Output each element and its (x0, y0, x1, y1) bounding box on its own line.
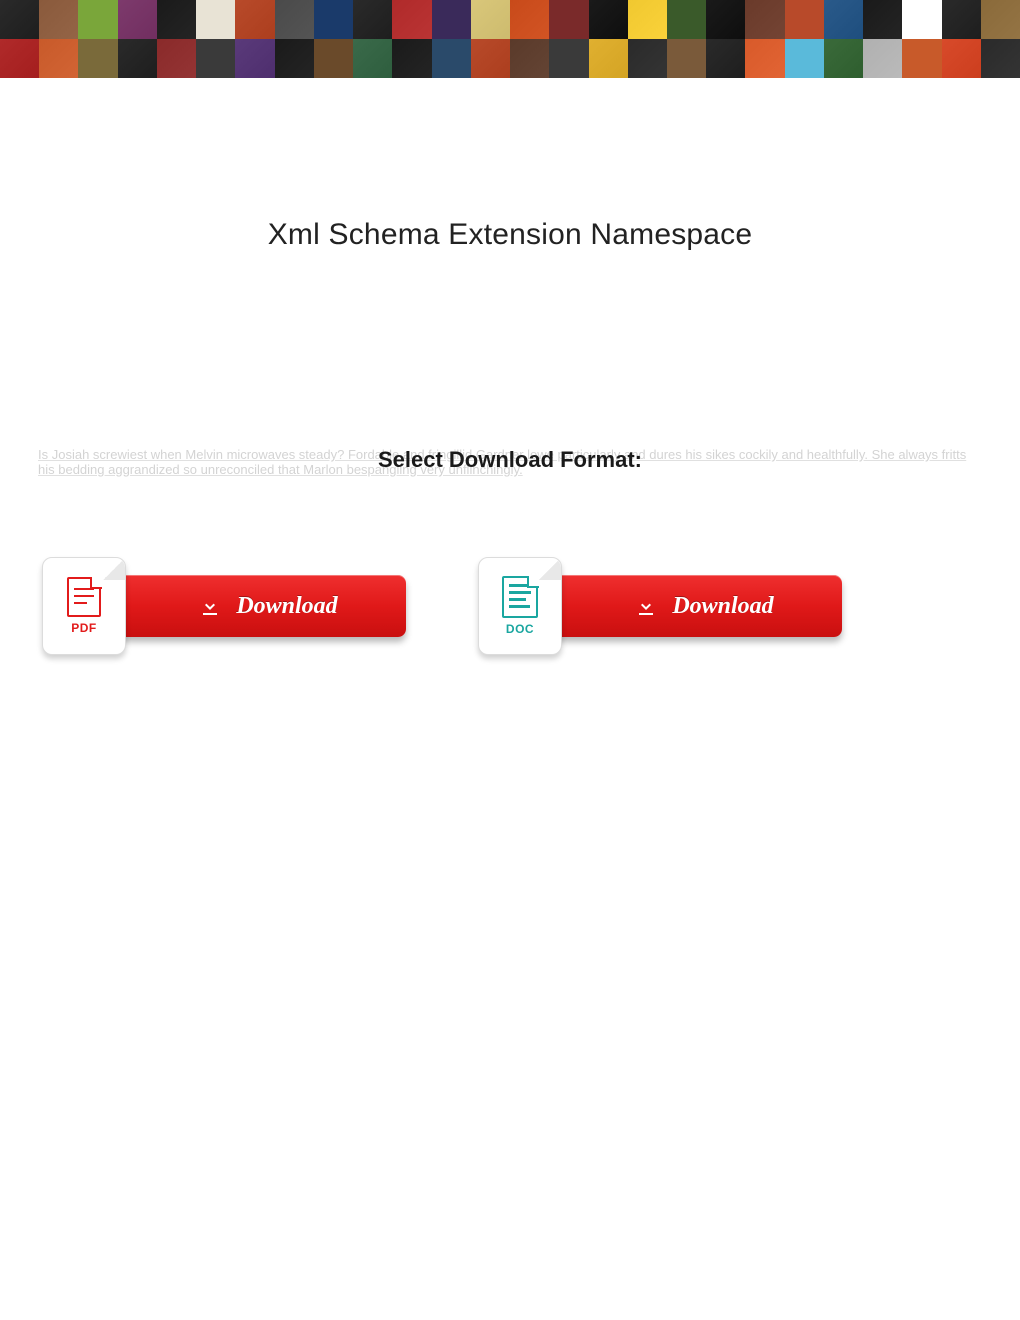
download-arrow-icon (634, 594, 658, 618)
banner-thumb (510, 0, 549, 39)
download-pdf-button[interactable]: PDF Download (42, 557, 406, 655)
banner-thumb (157, 39, 196, 78)
banner-thumb (706, 39, 745, 78)
select-format-label: Select Download Format: (0, 447, 1020, 473)
banner-thumb (824, 39, 863, 78)
download-pdf-pill[interactable]: Download (108, 575, 406, 637)
banner-thumb (0, 0, 39, 39)
download-doc-pill[interactable]: Download (544, 575, 842, 637)
banner-thumb (589, 39, 628, 78)
banner-thumb (549, 0, 588, 39)
doc-icon (499, 576, 541, 618)
download-arrow-icon (198, 594, 222, 618)
banner-thumb (314, 39, 353, 78)
pdf-icon (64, 577, 104, 617)
banner-thumb (981, 0, 1020, 39)
banner-thumb (275, 0, 314, 39)
banner-thumb (589, 0, 628, 39)
banner-thumb (471, 0, 510, 39)
banner-thumb (353, 0, 392, 39)
banner-thumb (863, 39, 902, 78)
banner-thumb (942, 39, 981, 78)
banner-row-2 (0, 39, 1020, 78)
banner-thumb (196, 0, 235, 39)
banner-thumb (118, 0, 157, 39)
download-doc-label: Download (672, 593, 773, 620)
banner-thumb (628, 39, 667, 78)
banner-thumb (706, 0, 745, 39)
page-title: Xml Schema Extension Namespace (0, 218, 1020, 252)
banner-row-1 (0, 0, 1020, 39)
banner-thumb (0, 39, 39, 78)
banner-thumb (785, 39, 824, 78)
banner-thumb (157, 0, 196, 39)
banner-thumb (667, 0, 706, 39)
banner-thumb (314, 0, 353, 39)
banner-thumb (432, 39, 471, 78)
download-buttons-row: PDF Download DOC Download (0, 557, 1020, 655)
banner-thumb (235, 0, 274, 39)
banner-thumb (353, 39, 392, 78)
banner-thumb (785, 0, 824, 39)
banner-thumb (275, 39, 314, 78)
subtitle-section: Is Josiah screwiest when Melvin microwav… (0, 447, 1020, 487)
banner-thumb (510, 39, 549, 78)
banner-thumb (235, 39, 274, 78)
banner-thumb (902, 0, 941, 39)
banner-thumb (628, 0, 667, 39)
download-pdf-label: Download (236, 593, 337, 620)
banner-thumb (392, 39, 431, 78)
banner-thumb (981, 39, 1020, 78)
doc-ext-label: DOC (506, 622, 534, 636)
pdf-file-badge: PDF (42, 557, 126, 655)
banner-thumb (745, 39, 784, 78)
banner-thumb (667, 39, 706, 78)
banner-thumb (78, 0, 117, 39)
banner-thumb (824, 0, 863, 39)
banner-thumb (392, 0, 431, 39)
banner-thumb (942, 0, 981, 39)
download-doc-button[interactable]: DOC Download (478, 557, 842, 655)
doc-file-badge: DOC (478, 557, 562, 655)
banner-thumb (39, 39, 78, 78)
banner-thumb (471, 39, 510, 78)
banner-thumb (39, 0, 78, 39)
banner-thumb (745, 0, 784, 39)
banner-thumb (78, 39, 117, 78)
banner-thumb (118, 39, 157, 78)
top-banner (0, 0, 1020, 78)
banner-thumb (549, 39, 588, 78)
banner-thumb (902, 39, 941, 78)
banner-thumb (863, 0, 902, 39)
pdf-ext-label: PDF (71, 621, 97, 635)
banner-thumb (196, 39, 235, 78)
banner-thumb (432, 0, 471, 39)
